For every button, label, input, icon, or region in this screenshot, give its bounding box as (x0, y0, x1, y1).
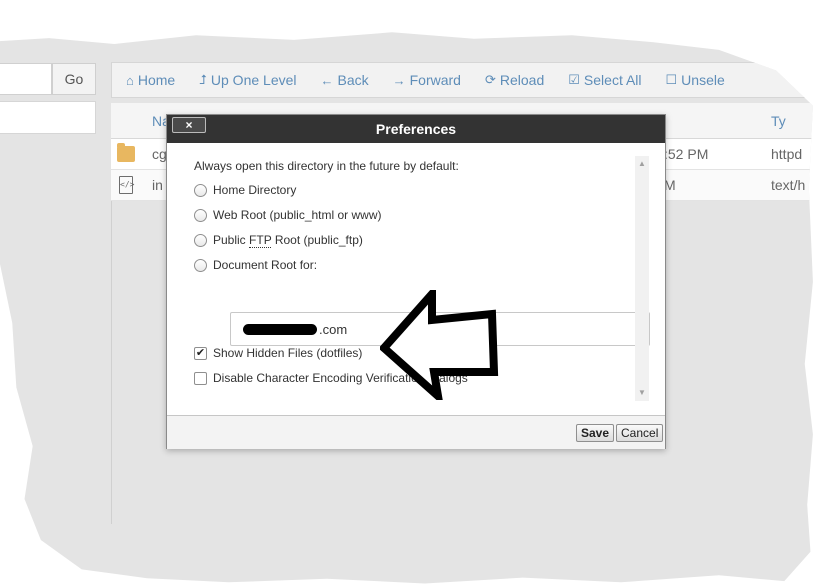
dialog-title: Preferences (375, 121, 457, 137)
save-button[interactable]: Save (576, 424, 615, 442)
option-public-ftp-root[interactable]: Public FTP Root (public_ftp) (194, 233, 363, 248)
file-name: in (152, 177, 163, 193)
cancel-button[interactable]: Cancel (616, 424, 664, 442)
show-hidden-files-checkbox[interactable]: ✔ (194, 346, 207, 360)
ftp-prefix: Public (213, 233, 250, 247)
forward-button[interactable]: → Forward (393, 72, 461, 88)
reload-button[interactable]: ⟳ Reload (485, 72, 544, 88)
path-input[interactable] (0, 63, 52, 95)
download-ghost-label[interactable]: Download (185, 0, 247, 14)
directory-tree-panel[interactable] (0, 101, 96, 134)
document-root-radio[interactable] (194, 258, 207, 272)
scroll-down-icon[interactable]: ▼ (635, 387, 649, 399)
checkbox-empty-icon: ☐ (665, 72, 678, 87)
close-icon: × (185, 118, 193, 132)
file-name: cg (152, 146, 167, 162)
close-button[interactable]: × (172, 117, 206, 133)
home-directory-radio[interactable] (194, 183, 207, 197)
code-file-icon: </> (119, 176, 134, 194)
unselect-all-button[interactable]: ☐ Unsele (666, 72, 725, 88)
default-directory-prompt: Always open this directory in the future… (194, 159, 459, 173)
reload-icon: ⟳ (484, 72, 496, 87)
left-arrow-icon: ← (320, 72, 334, 88)
ftp-abbreviation: FTP (249, 233, 272, 248)
file-date: :52 PM (664, 146, 709, 162)
top-toolbar-ghost: Download ✖ Delete (185, 0, 329, 14)
delete-ghost-label[interactable]: ✖ Delete (273, 0, 329, 14)
disable-encoding-checkbox[interactable] (194, 371, 207, 385)
option-show-hidden-files[interactable]: ✔ Show Hidden Files (dotfiles) (194, 346, 362, 360)
ftp-suffix: Root (public_ftp) (271, 233, 363, 247)
file-type: text/h (771, 177, 806, 193)
go-button[interactable]: Go (52, 63, 96, 95)
right-arrow-icon: → (392, 72, 406, 88)
redacted-domain (243, 323, 317, 335)
public-ftp-root-radio[interactable] (194, 233, 207, 247)
column-header-type[interactable]: Ty (771, 113, 786, 129)
back-button[interactable]: ← Back (321, 72, 369, 88)
dialog-titlebar: × Preferences (167, 115, 665, 143)
select-all-button[interactable]: ☑ Select All (568, 72, 641, 88)
file-toolbar: ⌂ Home ⮥ Up One Level ← Back → Forward ⟳… (111, 62, 813, 98)
checkbox-checked-icon: ☑ (568, 72, 580, 87)
scrollbar[interactable]: ▲ ▼ (635, 156, 649, 401)
home-button[interactable]: ⌂ Home (126, 72, 175, 88)
dialog-footer: Save Cancel (167, 415, 665, 449)
home-icon: ⌂ (126, 72, 134, 88)
scroll-up-icon[interactable]: ▲ (635, 158, 649, 170)
up-arrow-icon: ⮥ (199, 72, 207, 87)
option-document-root[interactable]: Document Root for: (194, 258, 317, 272)
folder-icon (117, 143, 135, 162)
web-root-radio[interactable] (194, 208, 207, 222)
option-home-directory[interactable]: Home Directory (194, 183, 296, 197)
annotation-arrow-icon (380, 290, 499, 400)
up-one-level-button[interactable]: ⮥ Up One Level (199, 72, 296, 88)
option-web-root[interactable]: Web Root (public_html or www) (194, 208, 382, 222)
file-type: httpd (771, 146, 803, 162)
domain-select-value: .com (319, 321, 348, 337)
